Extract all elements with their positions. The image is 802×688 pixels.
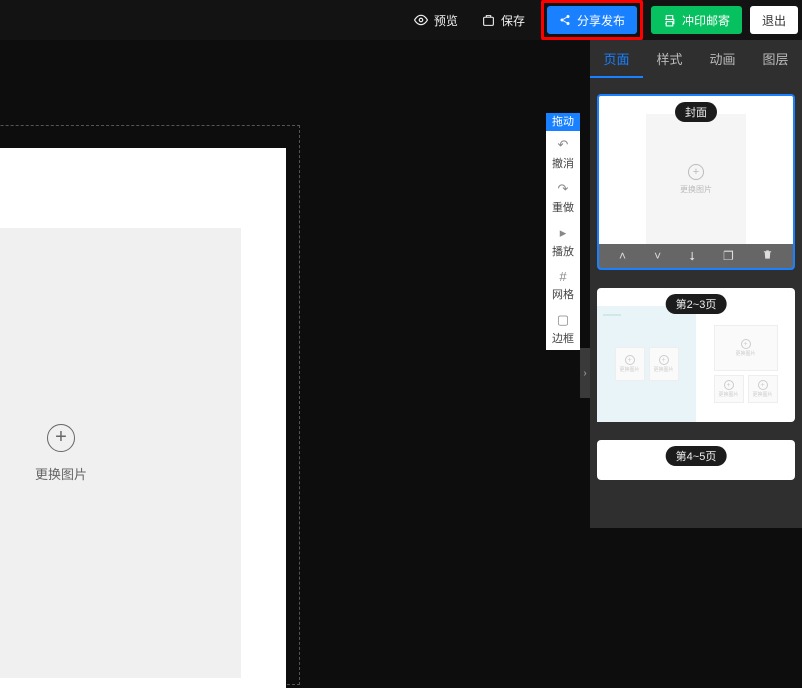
spread-decoration: ⋯⋯⋯ <box>603 312 621 319</box>
redo-label: 重做 <box>552 199 574 215</box>
mini-placeholder: + 更换图片 <box>714 325 778 371</box>
save-button[interactable]: 保存 <box>474 12 533 29</box>
grid-label: 网格 <box>552 286 574 302</box>
page-thumb-cover[interactable]: 封面 + 更换图片 ˄ ˅ ⭣ ❐ <box>597 94 795 270</box>
plus-icon: + <box>741 339 751 349</box>
delete-icon[interactable] <box>762 249 773 263</box>
plus-icon: + <box>758 380 768 390</box>
drag-badge[interactable]: 拖动 <box>546 113 580 131</box>
spread-left: ⋯⋯⋯ + 更换图片 + 更换图片 <box>597 306 696 422</box>
page-thumb-spread1[interactable]: 第2~3页 ⋯⋯⋯ + 更换图片 + 更换图片 <box>597 288 795 422</box>
mini-placeholder: + 更换图片 <box>748 375 778 403</box>
tab-style[interactable]: 样式 <box>643 40 696 78</box>
page-list: 封面 + 更换图片 ˄ ˅ ⭣ ❐ 第2~3页 <box>590 78 802 528</box>
tab-layer[interactable]: 图层 <box>749 40 802 78</box>
canvas-page: + 更换图片 <box>0 148 286 688</box>
play-icon: ▸ <box>560 225 567 241</box>
undo-label: 撤消 <box>552 155 574 171</box>
undo-button[interactable]: ↶ 撤消 <box>546 131 580 175</box>
tab-animation[interactable]: 动画 <box>696 40 749 78</box>
tab-page[interactable]: 页面 <box>590 40 643 78</box>
grid-icon: # <box>559 269 566 284</box>
save-icon <box>482 14 495 27</box>
plus-icon: + <box>47 424 75 452</box>
border-icon: ▢ <box>557 312 569 328</box>
placeholder-label: 更换图片 <box>35 464 87 483</box>
plus-icon: + <box>625 355 635 365</box>
plus-icon: + <box>659 355 669 365</box>
page-label: 封面 <box>675 102 717 122</box>
save-label: 保存 <box>501 12 525 29</box>
redo-icon: ↷ <box>558 181 569 197</box>
cover-preview: + 更换图片 <box>646 114 746 244</box>
preview-label: 预览 <box>434 12 458 29</box>
panel-tabs: 页面 样式 动画 图层 <box>590 40 802 78</box>
play-button[interactable]: ▸ 播放 <box>546 219 580 263</box>
play-label: 播放 <box>552 243 574 259</box>
canvas-selection[interactable]: + 更换图片 <box>0 125 300 685</box>
preview-button[interactable]: 预览 <box>406 12 466 29</box>
move-down-icon[interactable]: ˅ <box>654 249 661 263</box>
exit-button[interactable]: 退出 <box>750 6 798 34</box>
eye-icon <box>414 13 428 27</box>
exit-label: 退出 <box>762 12 786 29</box>
top-header: 预览 保存 分享发布 冲印邮寄 退出 <box>0 0 802 40</box>
share-button[interactable]: 分享发布 <box>547 6 637 34</box>
page-label: 第4~5页 <box>666 446 727 466</box>
plus-icon: + <box>724 380 734 390</box>
download-icon[interactable]: ⭣ <box>689 249 695 264</box>
panel-collapse-tab[interactable]: › <box>580 348 590 398</box>
printer-icon <box>663 14 676 27</box>
mini-placeholder: + 更换图片 <box>714 375 744 403</box>
share-label: 分享发布 <box>577 12 625 29</box>
share-icon <box>559 14 571 26</box>
canvas-area: + 更换图片 <box>0 40 590 528</box>
grid-button[interactable]: # 网格 <box>546 263 580 306</box>
page-thumb-spread2[interactable]: 第4~5页 <box>597 440 795 480</box>
copy-icon[interactable]: ❐ <box>723 249 734 263</box>
highlight-share: 分享发布 <box>541 0 643 40</box>
border-label: 边框 <box>552 330 574 346</box>
page-label: 第2~3页 <box>666 294 727 314</box>
redo-button[interactable]: ↷ 重做 <box>546 175 580 219</box>
side-toolbar: 拖动 ↶ 撤消 ↷ 重做 ▸ 播放 # 网格 ▢ 边框 <box>546 113 580 350</box>
print-label: 冲印邮寄 <box>682 12 730 29</box>
main-area: + 更换图片 拖动 ↶ 撤消 ↷ 重做 ▸ 播放 # 网格 ▢ 边框 <box>0 40 802 528</box>
move-up-icon[interactable]: ˄ <box>619 249 626 263</box>
image-placeholder[interactable]: + 更换图片 <box>0 228 241 678</box>
mini-placeholder: + 更换图片 <box>649 347 679 381</box>
chevron-right-icon: › <box>583 368 586 379</box>
undo-icon: ↶ <box>558 137 569 153</box>
thumb-actions: ˄ ˅ ⭣ ❐ <box>599 244 793 268</box>
right-panel: 页面 样式 动画 图层 封面 + 更换图片 ˄ ˅ ⭣ ❐ <box>590 40 802 528</box>
spread-right: + 更换图片 + 更换图片 + 更换图片 <box>696 306 795 422</box>
plus-icon: + <box>688 164 704 180</box>
cover-placeholder-text: 更换图片 <box>680 184 712 195</box>
border-button[interactable]: ▢ 边框 <box>546 306 580 350</box>
print-button[interactable]: 冲印邮寄 <box>651 6 742 34</box>
mini-placeholder: + 更换图片 <box>615 347 645 381</box>
